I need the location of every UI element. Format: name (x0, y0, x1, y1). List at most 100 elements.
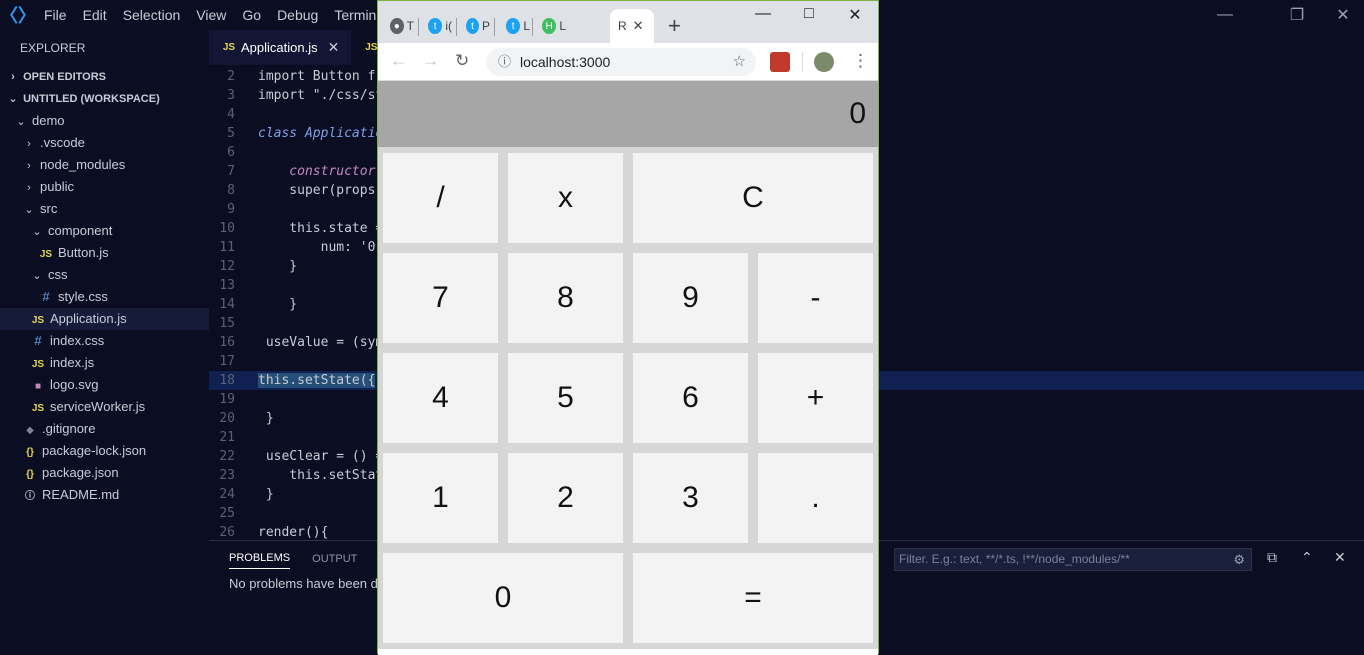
key-7[interactable]: 7 (383, 253, 498, 343)
code-text: class Applicatio (258, 126, 384, 141)
page-bottom-strip (378, 649, 878, 655)
key-2[interactable]: 2 (508, 453, 623, 543)
close-icon[interactable]: ✕ (328, 39, 340, 56)
close-icon[interactable]: ✕ (1320, 0, 1364, 30)
tree-item[interactable]: › node_modules (0, 154, 209, 176)
toolbar-divider (802, 52, 803, 72)
key-6[interactable]: 6 (633, 353, 748, 443)
collapse-all-icon[interactable]: ⧉ (1267, 549, 1277, 566)
tree-item[interactable]: ⌄ css (0, 264, 209, 286)
address-bar[interactable]: ⓘ localhost:3000 ☆ (486, 48, 756, 76)
new-tab-icon[interactable]: + (668, 13, 681, 39)
tree-item[interactable]: ⓘ README.md (0, 484, 209, 506)
code-text: super(props) (258, 183, 384, 198)
tab-separator (418, 18, 419, 36)
tree-item[interactable]: ◆ .gitignore (0, 418, 209, 440)
problems-filter-input[interactable]: Filter. E.g.: text, **/*.ts, !**/node_mo… (894, 548, 1252, 571)
key-decimal[interactable]: . (758, 453, 873, 543)
tree-item-label: README.md (42, 487, 120, 502)
chevron-down-icon: ⌄ (16, 116, 26, 128)
minimize-icon[interactable]: — (1202, 0, 1248, 30)
tree-item[interactable]: ⌄ component (0, 220, 209, 242)
line-number: 16 (219, 335, 235, 350)
key-minus[interactable]: - (758, 253, 873, 343)
maximize-icon[interactable]: □ (787, 5, 831, 29)
more-menu-icon[interactable]: ⋮ (852, 51, 869, 71)
tree-item[interactable]: JS serviceWorker.js (0, 396, 209, 418)
info-icon[interactable]: ⓘ (498, 48, 511, 76)
key-8[interactable]: 8 (508, 253, 623, 343)
open-editors-section[interactable]: › OPEN EDITORS (0, 66, 209, 88)
key-5[interactable]: 5 (508, 353, 623, 443)
key-4[interactable]: 4 (383, 353, 498, 443)
chevron-down-icon: ⌄ (32, 270, 42, 282)
tree-item[interactable]: # style.css (0, 286, 209, 308)
menu-view[interactable]: View (188, 0, 234, 30)
menu-go[interactable]: Go (234, 0, 269, 30)
tree-item-label: serviceWorker.js (50, 399, 146, 414)
code-text: useClear = () = (258, 449, 384, 464)
tree-item[interactable]: JS Application.js (0, 308, 209, 330)
key-clear[interactable]: C (633, 153, 873, 243)
menu-file[interactable]: File (36, 0, 75, 30)
tree-item[interactable]: {} package-lock.json (0, 440, 209, 462)
h-logo-icon: H (542, 18, 557, 34)
tree-item[interactable]: ⌄ src (0, 198, 209, 220)
code-text: constructor( (258, 164, 384, 179)
back-icon[interactable]: ← (390, 51, 407, 71)
chevron-up-icon[interactable]: ⌃ (1301, 549, 1313, 566)
browser-tab-1[interactable]: ● T (382, 9, 414, 43)
tree-item[interactable]: › .vscode (0, 132, 209, 154)
minimize-icon[interactable]: — (741, 5, 785, 29)
key-0[interactable]: 0 (383, 553, 623, 643)
key-1[interactable]: 1 (383, 453, 498, 543)
chevron-right-icon: › (27, 182, 31, 194)
tab-output[interactable]: OUTPUT (312, 549, 357, 569)
browser-tab-label: i( (445, 19, 452, 33)
key-divide[interactable]: / (383, 153, 498, 243)
key-3[interactable]: 3 (633, 453, 748, 543)
close-panel-icon[interactable]: ✕ (1334, 549, 1346, 566)
reload-icon[interactable]: ↻ (455, 51, 469, 71)
tree-item[interactable]: ■ logo.svg (0, 374, 209, 396)
key-multiply[interactable]: x (508, 153, 623, 243)
tree-item[interactable]: JS Button.js (0, 242, 209, 264)
tree-item[interactable]: ⌄ demo (0, 110, 209, 132)
line-number: 13 (219, 278, 235, 293)
js-file-icon: JS (31, 315, 45, 326)
avatar[interactable] (814, 52, 834, 72)
browser-tab-active[interactable]: R ✕ (610, 9, 654, 43)
tree-item[interactable]: › public (0, 176, 209, 198)
extension-icon[interactable] (770, 52, 790, 72)
tree-item[interactable]: JS index.js (0, 352, 209, 374)
browser-tab-2[interactable]: t i( (420, 9, 452, 43)
menu-edit[interactable]: Edit (75, 0, 115, 30)
browser-tab-4[interactable]: t L (498, 9, 530, 43)
tab-application-js[interactable]: JS Application.js ✕ (209, 30, 352, 65)
close-icon[interactable]: ✕ (833, 5, 877, 29)
line-number: 3 (227, 88, 235, 103)
filter-settings-icon[interactable]: ⚙ (1233, 549, 1245, 570)
tree-item[interactable]: # index.css (0, 330, 209, 352)
browser-tab-3[interactable]: t P (458, 9, 490, 43)
restore-icon[interactable]: ❐ (1274, 0, 1320, 30)
browser-tab-5[interactable]: H L (534, 9, 566, 43)
key-plus[interactable]: + (758, 353, 873, 443)
tab-problems[interactable]: PROBLEMS (229, 548, 291, 569)
line-number: 21 (219, 430, 235, 445)
line-number: 24 (219, 487, 235, 502)
tree-item[interactable]: {} package.json (0, 462, 209, 484)
workspace-section[interactable]: ⌄ UNTITLED (WORKSPACE) (0, 88, 209, 110)
json-file-icon: {} (26, 469, 34, 480)
menu-debug[interactable]: Debug (269, 0, 326, 30)
chevron-right-icon: › (27, 160, 31, 172)
key-equals[interactable]: = (633, 553, 873, 643)
star-icon[interactable]: ☆ (733, 48, 746, 76)
vscode-logo-icon: 〈〉 (0, 6, 36, 26)
forward-icon[interactable]: → (422, 51, 439, 71)
tree-item-label: style.css (58, 289, 108, 304)
key-9[interactable]: 9 (633, 253, 748, 343)
twitter-icon: t (428, 18, 443, 34)
close-tab-icon[interactable]: ✕ (633, 18, 644, 34)
menu-selection[interactable]: Selection (115, 0, 189, 30)
